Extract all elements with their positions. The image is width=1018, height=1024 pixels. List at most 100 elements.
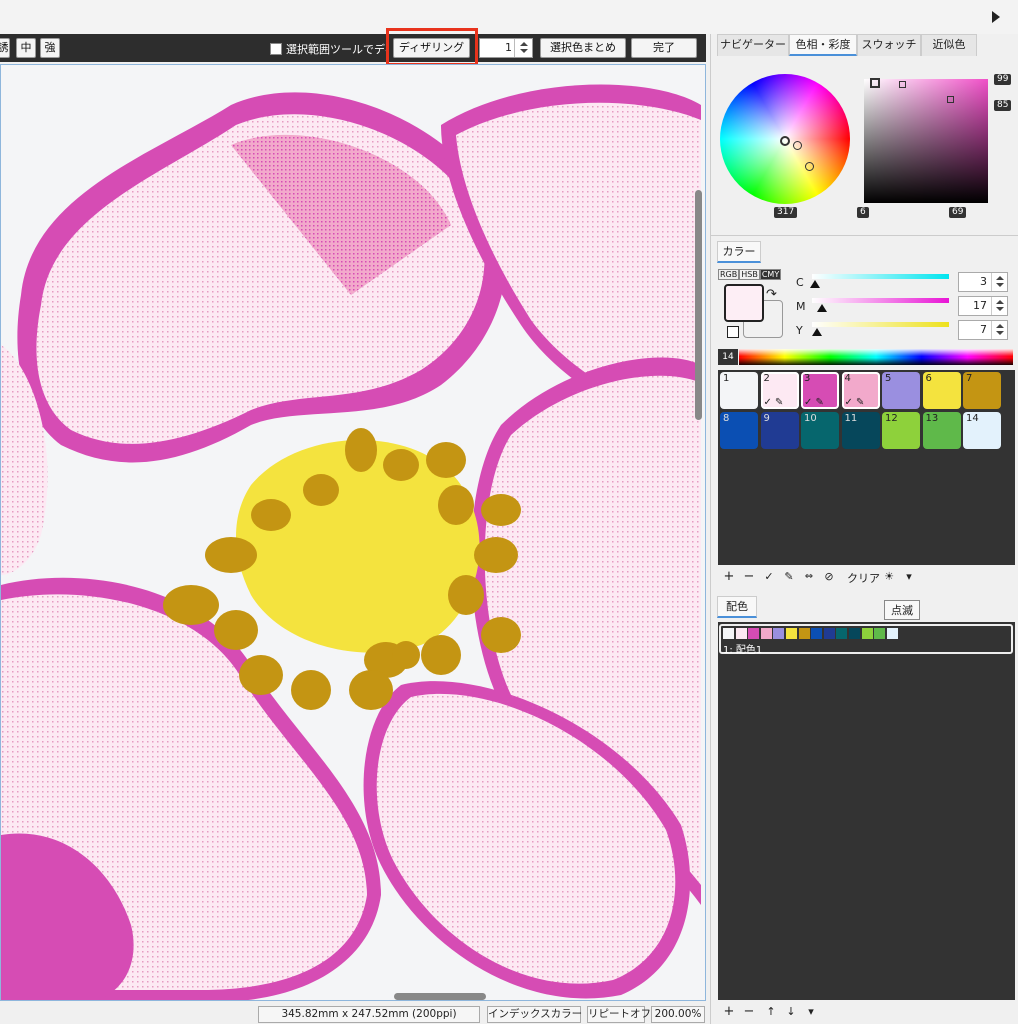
horizontal-scrollbar[interactable] bbox=[394, 993, 486, 1000]
palette-swatch[interactable]: 11 bbox=[841, 412, 880, 449]
palette-swatch[interactable]: 2 ✓ ✎ bbox=[760, 372, 799, 409]
palette-swatch[interactable]: 1 bbox=[720, 372, 758, 409]
swatch-number: 14 bbox=[966, 413, 979, 424]
add-color-icon[interactable]: + bbox=[721, 569, 737, 585]
top-strip bbox=[0, 0, 1018, 34]
slider-y-track[interactable] bbox=[812, 322, 949, 327]
tab-color-scheme[interactable]: 配色 bbox=[717, 596, 757, 618]
hue-wheel[interactable] bbox=[720, 74, 850, 204]
scheme-color-chips bbox=[723, 628, 963, 639]
scheme-chip bbox=[798, 628, 810, 639]
hue-marker-icon[interactable] bbox=[780, 136, 790, 146]
transparent-color-icon[interactable] bbox=[727, 326, 739, 338]
palette-swatch[interactable]: 8 bbox=[720, 412, 758, 449]
main-color-chip[interactable] bbox=[724, 284, 764, 322]
sv-marker-icon[interactable] bbox=[870, 78, 880, 88]
saturation-brightness-square[interactable] bbox=[864, 78, 988, 203]
palette-swatch[interactable]: 14 bbox=[963, 412, 1001, 449]
scheme-up-icon[interactable]: ↑ bbox=[763, 1004, 779, 1020]
palette-swatch[interactable]: 5 bbox=[882, 372, 920, 409]
swatch-number: 3 bbox=[804, 373, 811, 384]
clear-button[interactable]: クリア bbox=[847, 570, 880, 586]
palette-swatch[interactable]: 4 ✓ ✎ bbox=[841, 372, 880, 409]
mode-cmy[interactable]: CMY bbox=[759, 269, 782, 280]
scheme-item[interactable]: 1: 配色1 bbox=[719, 624, 1013, 656]
index-palette: 1 2 ✓ ✎ 3 ✓ ✎ 4 ✓ ✎ 5 6 7 8 9 10 11 12 13 14 bbox=[718, 370, 1015, 565]
color-mode-indicator[interactable]: インデックスカラー bbox=[487, 1006, 582, 1023]
swatch-number: 8 bbox=[723, 413, 730, 424]
option-button-strong[interactable]: 強 bbox=[40, 38, 60, 58]
slider-m-track[interactable] bbox=[812, 298, 949, 303]
blink-tooltip: 点滅 bbox=[884, 600, 920, 620]
zoom-level[interactable]: 200.00% bbox=[651, 1006, 705, 1023]
tool-option-bar: 誘 中 強 選択範囲ツールでディザ ディザリング 1 選択色まとめ 完了 bbox=[0, 34, 706, 62]
scheme-item-label: 1: 配色1 bbox=[723, 645, 763, 656]
palette-swatch[interactable]: 7 bbox=[963, 372, 1001, 409]
swatch-number: 2 bbox=[763, 373, 770, 384]
palette-swatch[interactable]: 6 bbox=[922, 372, 961, 409]
swatch-check-edit-icon: ✓ ✎ bbox=[844, 397, 865, 408]
done-button[interactable]: 完了 bbox=[631, 38, 697, 58]
dithering-highlight-box bbox=[386, 28, 478, 66]
dither-level-spinner[interactable]: 1 bbox=[479, 38, 533, 58]
forbid-color-icon[interactable]: ⊘ bbox=[821, 569, 837, 585]
tab-color[interactable]: カラー bbox=[717, 241, 761, 263]
vertical-scrollbar[interactable] bbox=[695, 190, 702, 420]
palette-swatch[interactable]: 9 bbox=[760, 412, 799, 449]
merge-selected-colors-button[interactable]: 選択色まとめ bbox=[540, 38, 626, 58]
palette-swatch[interactable]: 12 bbox=[882, 412, 920, 449]
palette-swatch[interactable]: 10 bbox=[801, 412, 839, 449]
swap-color-icon[interactable]: ⇔ bbox=[801, 569, 817, 585]
mode-rgb[interactable]: RGB bbox=[718, 269, 740, 280]
scheme-remove-icon[interactable]: − bbox=[741, 1004, 757, 1020]
mode-hsb[interactable]: HSB bbox=[739, 269, 760, 280]
slider-y-input[interactable]: 7 bbox=[958, 320, 1008, 340]
palette-menu-icon[interactable]: ▾ bbox=[901, 569, 917, 585]
check-color-icon[interactable]: ✓ bbox=[761, 569, 777, 585]
palette-swatch[interactable]: 13 bbox=[922, 412, 961, 449]
expand-arrow-icon[interactable] bbox=[992, 11, 1000, 23]
remove-color-icon[interactable]: − bbox=[741, 569, 757, 585]
color-spectrum-bar[interactable] bbox=[739, 349, 1013, 365]
scheme-chip bbox=[874, 628, 886, 639]
spinner-arrows-icon[interactable] bbox=[514, 39, 532, 57]
selection-tool-dither-checkbox[interactable]: 選択範囲ツールでディザ bbox=[270, 41, 388, 57]
status-bar: 345.82mm x 247.52mm (200ppi) インデックスカラー リ… bbox=[0, 1003, 706, 1024]
slider-c-thumb-icon[interactable] bbox=[810, 280, 820, 288]
tab-hue-saturation[interactable]: 色相・彩度 bbox=[789, 34, 857, 56]
swatch-number: 11 bbox=[844, 413, 858, 424]
swatch-number: 9 bbox=[763, 413, 770, 424]
swatch-check-edit-icon: ✓ ✎ bbox=[763, 397, 784, 408]
scheme-chip bbox=[823, 628, 835, 639]
slider-c-label: C bbox=[796, 276, 804, 289]
color-mode-switch[interactable]: RGB HSB CMY bbox=[718, 269, 782, 280]
tab-similar-colors[interactable]: 近似色 bbox=[921, 34, 977, 56]
checkbox-box[interactable] bbox=[270, 43, 282, 55]
scheme-chip bbox=[836, 628, 848, 639]
sv-right-label: 85 bbox=[994, 100, 1012, 111]
scheme-add-icon[interactable]: + bbox=[721, 1004, 737, 1020]
blink-icon[interactable]: ☀ bbox=[881, 569, 897, 585]
swap-colors-icon[interactable]: ↷ bbox=[766, 287, 777, 302]
slider-m-input[interactable]: 17 bbox=[958, 296, 1008, 316]
tab-swatch[interactable]: スウォッチ bbox=[857, 34, 921, 56]
repeat-toggle[interactable]: リピートオフ bbox=[587, 1006, 651, 1023]
palette-swatch[interactable]: 3 ✓ ✎ bbox=[801, 372, 839, 409]
canvas[interactable] bbox=[0, 64, 706, 1001]
scheme-chip bbox=[723, 628, 734, 639]
tab-navigator[interactable]: ナビゲーター bbox=[717, 34, 789, 56]
scheme-down-icon[interactable]: ↓ bbox=[783, 1004, 799, 1020]
slider-c-track[interactable] bbox=[812, 274, 949, 279]
scheme-menu-icon[interactable]: ▾ bbox=[803, 1004, 819, 1020]
slider-c-input[interactable]: 3 bbox=[958, 272, 1008, 292]
scheme-chip bbox=[811, 628, 823, 639]
scheme-chip bbox=[786, 628, 797, 639]
slider-y-label: Y bbox=[796, 324, 803, 337]
option-button-medium[interactable]: 中 bbox=[16, 38, 36, 58]
scheme-chip bbox=[735, 628, 747, 639]
slider-y-thumb-icon[interactable] bbox=[812, 328, 822, 336]
right-panel: ナビゲーター 色相・彩度 スウォッチ 近似色 317 99 85 6 69 カラ… bbox=[710, 34, 1018, 1024]
edit-color-icon[interactable]: ✎ bbox=[781, 569, 797, 585]
option-button-left[interactable]: 誘 bbox=[0, 38, 10, 58]
slider-m-thumb-icon[interactable] bbox=[817, 304, 827, 312]
